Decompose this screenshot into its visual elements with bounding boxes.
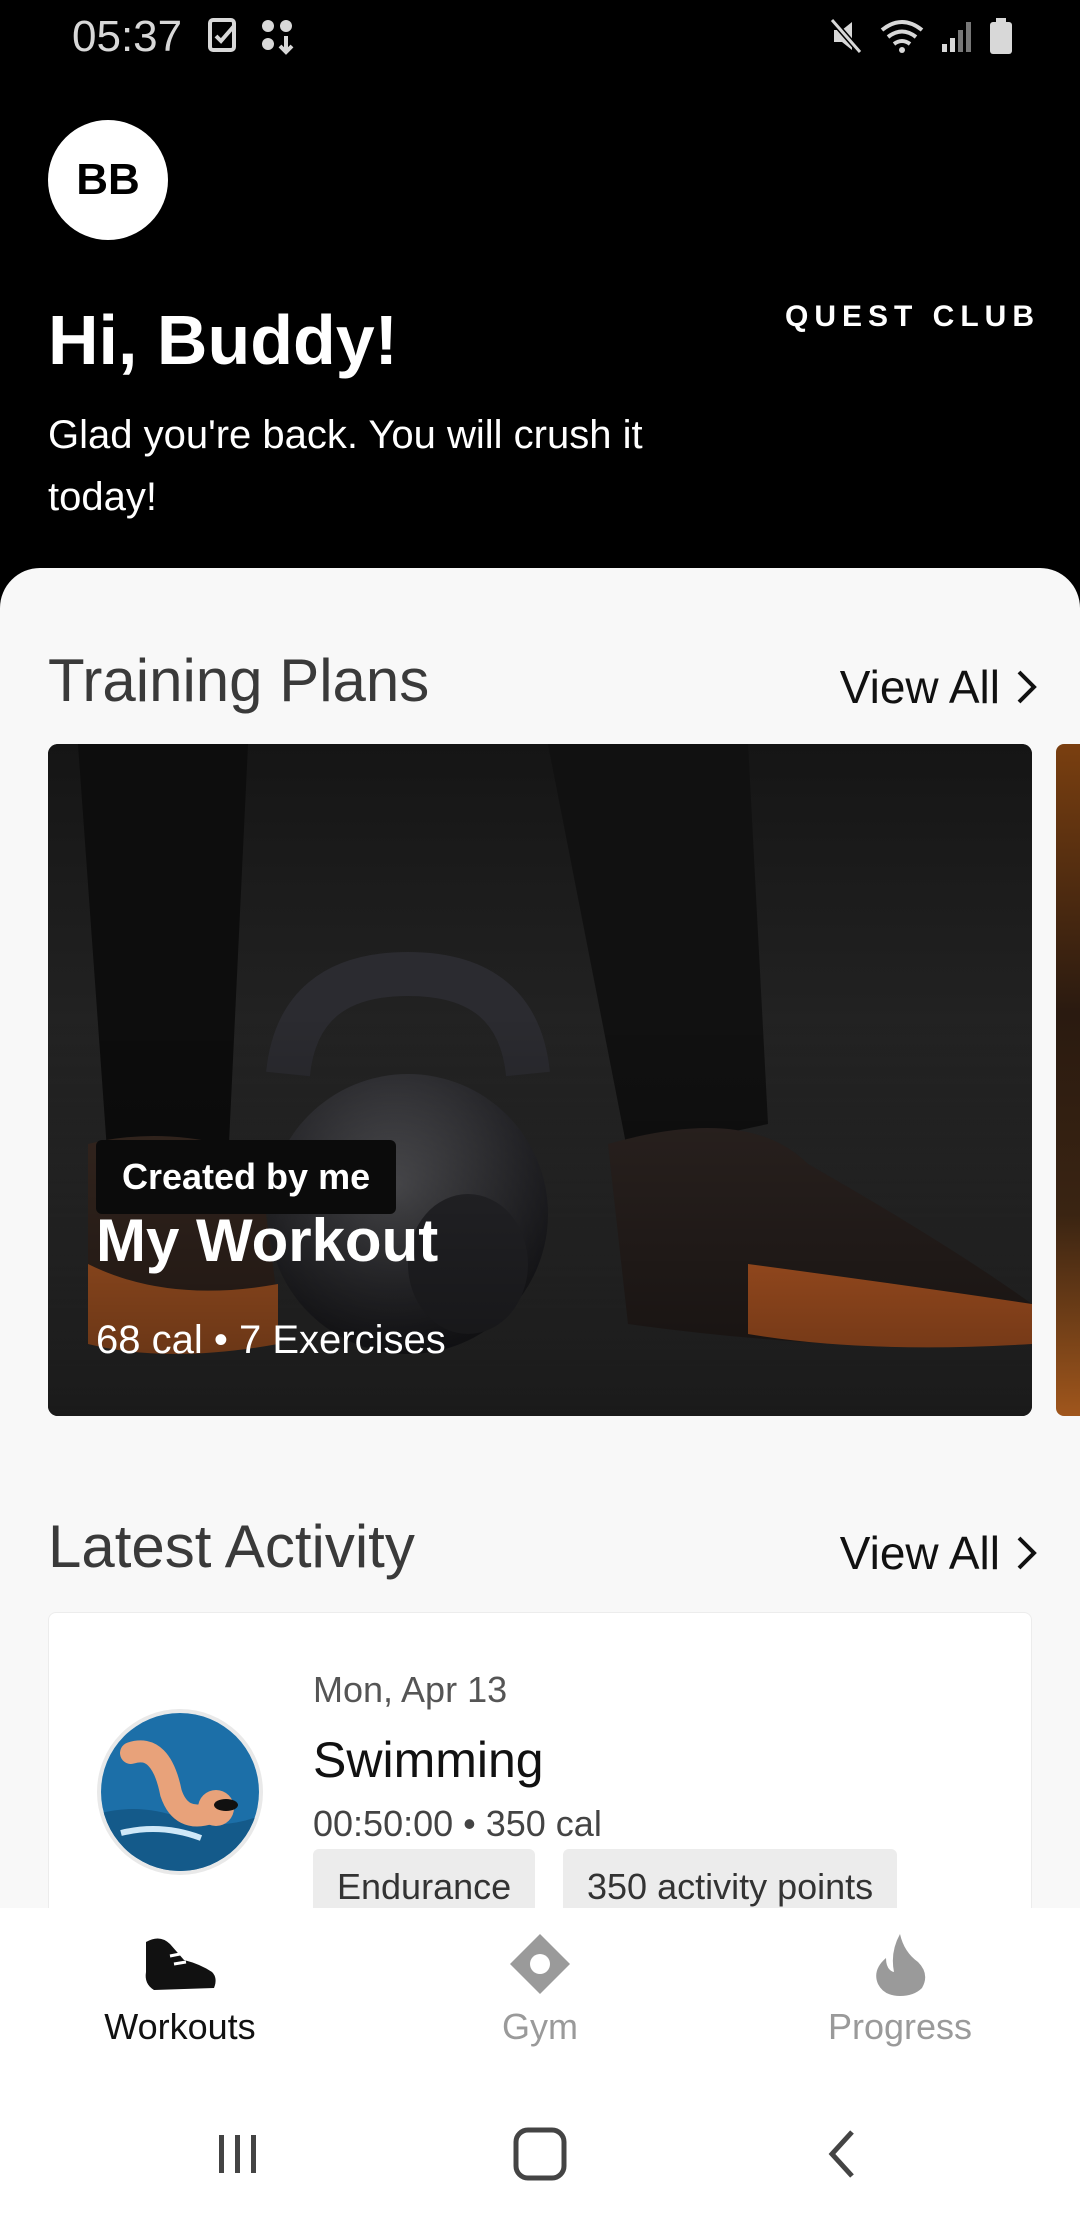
- view-all-label: View All: [839, 661, 1000, 713]
- chevron-right-icon: [1014, 667, 1040, 707]
- wifi-icon: [878, 16, 926, 56]
- activity-points-tag: 350 activity points: [563, 1849, 898, 1908]
- latest-activity-title: Latest Activity: [48, 1513, 415, 1580]
- mute-icon: [828, 16, 864, 56]
- nav-label: Progress: [827, 2006, 973, 2047]
- plan-title: My Workout: [96, 1207, 439, 1274]
- chevron-right-icon: [1014, 1533, 1040, 1573]
- view-all-label: View All: [839, 1527, 1000, 1579]
- task-check-icon: [208, 16, 238, 56]
- recent-apps-icon[interactable]: [198, 2122, 278, 2186]
- activity-tag: Endurance: [313, 1849, 536, 1908]
- avatar[interactable]: BB: [48, 120, 168, 240]
- training-plans-title: Training Plans: [48, 647, 430, 714]
- app-grid-icon: [260, 16, 296, 56]
- nav-item-progress[interactable]: Progress: [780, 1932, 1020, 2048]
- swimming-thumbnail: [97, 1709, 263, 1875]
- nav-item-workouts[interactable]: Workouts: [60, 1932, 300, 2048]
- location-diamond-icon: [500, 1932, 580, 1996]
- created-by-me-badge: Created by me: [96, 1140, 397, 1214]
- plan-meta: 68 cal • 7 Exercises: [96, 1318, 446, 1362]
- brand-logo: QUEST CLUB: [785, 300, 1040, 333]
- home-icon[interactable]: [500, 2122, 580, 2186]
- greeting-title: Hi, Buddy!: [48, 301, 398, 379]
- nav-label: Workouts: [104, 2006, 256, 2047]
- status-time: 05:37: [72, 12, 183, 61]
- nav-item-gym[interactable]: Gym: [420, 1932, 660, 2048]
- nav-label: Gym: [502, 2006, 578, 2047]
- activity-date: Mon, Apr 13: [313, 1669, 508, 1710]
- greeting-subtitle: Glad you're back. You will crush it toda…: [48, 413, 643, 519]
- training-plan-card[interactable]: Created by me My Workout 68 cal • 7 Exer…: [48, 744, 1032, 1416]
- bottom-nav: Workouts Gym Progress: [0, 1908, 1080, 2082]
- activity-meta: 00:50:00 • 350 cal: [313, 1803, 602, 1844]
- signal-icon: [940, 16, 974, 56]
- activity-card[interactable]: Mon, Apr 13 Swimming 00:50:00 • 350 cal …: [48, 1612, 1032, 1908]
- sneaker-icon: [140, 1932, 220, 1996]
- latest-activity-view-all-button[interactable]: View All: [840, 1526, 1040, 1580]
- content-sheet: Training Plans View All Created by me My…: [0, 568, 1080, 1908]
- status-bar: 05:37: [0, 0, 1080, 72]
- back-icon[interactable]: [802, 2122, 882, 2186]
- battery-icon: [988, 16, 1014, 56]
- training-plan-card-next[interactable]: [1056, 744, 1080, 1416]
- training-plans-view-all-button[interactable]: View All: [840, 660, 1040, 714]
- system-nav-bar: [0, 2082, 1080, 2220]
- activity-name: Swimming: [313, 1732, 544, 1788]
- flame-icon: [860, 1932, 940, 1996]
